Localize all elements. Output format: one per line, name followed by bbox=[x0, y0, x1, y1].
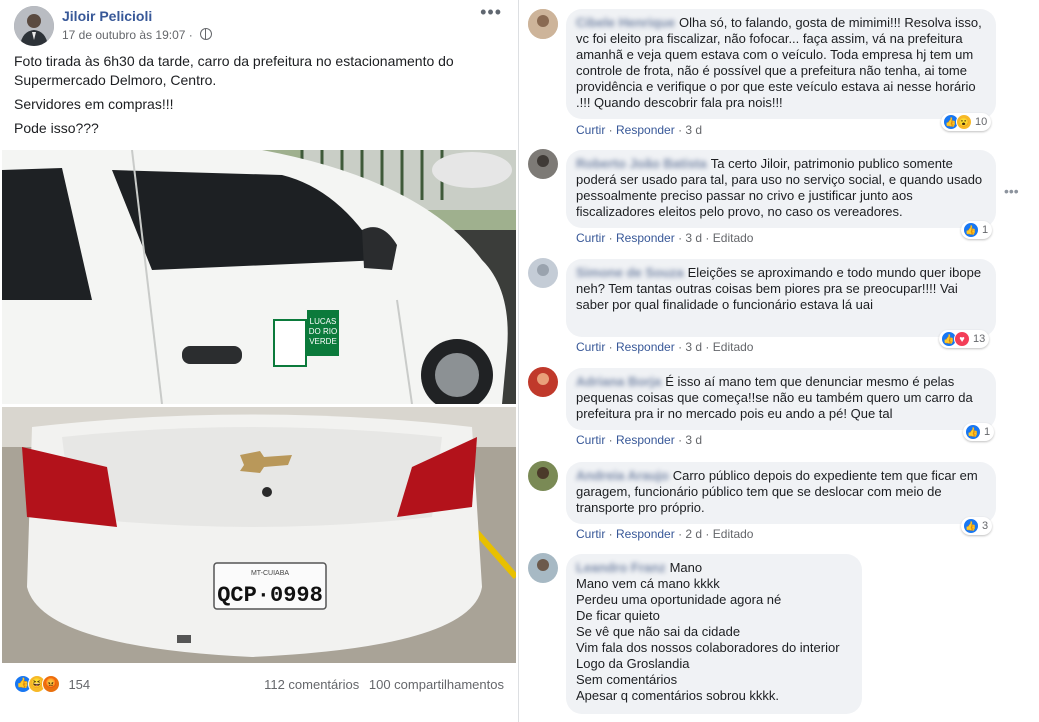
post-timestamp[interactable]: 17 de outubro às 19:07 · bbox=[62, 28, 213, 42]
comment-reactions[interactable]: 👍 1 bbox=[961, 221, 993, 239]
plate-region-text: MT-CUIABA bbox=[251, 570, 289, 577]
comment-actions: Curtir · Responder · 2 d · Editado bbox=[576, 527, 754, 541]
like-link[interactable]: Curtir bbox=[576, 433, 605, 447]
globe-icon bbox=[200, 28, 213, 40]
sticker-text: DO RIO bbox=[309, 327, 337, 336]
edited-label[interactable]: Editado bbox=[713, 340, 754, 354]
post-photo-car-side[interactable]: LUCAS DO RIO VERDE bbox=[2, 150, 516, 404]
reaction-count[interactable]: 154 bbox=[68, 677, 90, 692]
reaction-count: 1 bbox=[984, 426, 991, 438]
reaction-count: 13 bbox=[973, 333, 986, 345]
comment-line: Apesar q comentários sobrou kkkk. bbox=[576, 688, 780, 703]
post-text: Foto tirada às 6h30 da tarde, carro da p… bbox=[14, 52, 504, 143]
reply-link[interactable]: Responder bbox=[616, 527, 675, 541]
comment-reactions[interactable]: 👍 1 bbox=[963, 423, 995, 441]
comment-line: Sem comentários bbox=[576, 672, 678, 687]
comment-options-button[interactable]: ••• bbox=[1004, 183, 1019, 199]
comment-bubble: Roberto João Batista Ta certo Jiloir, pat… bbox=[566, 150, 996, 228]
post-paragraph: Servidores em compras!!! bbox=[14, 96, 174, 112]
post-reactions[interactable]: 👍 😆 😡 154 bbox=[14, 675, 90, 693]
comment-reactions[interactable]: 👍 3 bbox=[961, 517, 993, 535]
shares-count-link[interactable]: 100 compartilhamentos bbox=[369, 677, 504, 692]
more-options-button[interactable]: ••• bbox=[480, 2, 502, 23]
like-icon: 👍 bbox=[963, 518, 979, 535]
reply-link[interactable]: Responder bbox=[616, 340, 675, 354]
edited-label[interactable]: Editado bbox=[713, 231, 754, 245]
angry-icon: 😡 bbox=[42, 675, 60, 693]
reaction-count: 1 bbox=[982, 224, 989, 236]
author-name[interactable]: Jiloir Pelicioli bbox=[62, 8, 152, 24]
comment-reactions[interactable]: 👍 😮 10 bbox=[941, 113, 992, 131]
comments-count-link[interactable]: 112 comentários bbox=[264, 677, 359, 692]
comment-reactions[interactable]: 👍 ♥ 13 bbox=[939, 330, 990, 348]
comment-time[interactable]: 3 d bbox=[685, 340, 702, 354]
comment-line: Mano vem cá mano kkkk bbox=[576, 576, 720, 591]
comment-actions: Curtir · Responder · 3 d bbox=[576, 433, 703, 447]
commenter-avatar[interactable] bbox=[528, 149, 558, 179]
comment-bubble: Cibele Henrique Olha só, to falando, gost… bbox=[566, 9, 996, 119]
post-header: Jiloir Pelicioli 17 de outubro às 19:07 … bbox=[12, 2, 512, 46]
comment-time[interactable]: 3 d bbox=[685, 123, 702, 137]
comment-time[interactable]: 2 d bbox=[685, 527, 702, 541]
commenter-avatar[interactable] bbox=[528, 367, 558, 397]
like-link[interactable]: Curtir bbox=[576, 340, 605, 354]
comment-actions: Curtir · Responder · 3 d · Editado bbox=[576, 231, 754, 245]
license-plate: MT-CUIABA QCP·0998 bbox=[213, 562, 327, 610]
comment-line: Logo da Groslandia bbox=[576, 656, 690, 671]
commenter-name[interactable]: Leandro Franz bbox=[576, 560, 666, 575]
facebook-post: Jiloir Pelicioli 17 de outubro às 19:07 … bbox=[0, 0, 519, 722]
author-avatar[interactable] bbox=[14, 6, 54, 46]
reaction-count: 3 bbox=[982, 520, 989, 532]
comment-time[interactable]: 3 d bbox=[685, 231, 702, 245]
commenter-name[interactable]: Andreia Araujo bbox=[576, 468, 669, 483]
comment-time[interactable]: 3 d bbox=[685, 433, 702, 447]
comment-actions: Curtir · Responder · 3 d · Editado bbox=[576, 340, 754, 354]
comment-bubble: Adriana Borja É isso aí mano tem que denu… bbox=[566, 368, 996, 430]
post-paragraph: Pode isso??? bbox=[14, 120, 99, 136]
like-icon: 👍 bbox=[963, 222, 979, 239]
timestamp-text[interactable]: 17 de outubro às 19:07 bbox=[62, 28, 185, 42]
post-photo-car-rear[interactable]: MT-CUIABA QCP·0998 bbox=[2, 407, 516, 663]
commenter-avatar[interactable] bbox=[528, 258, 558, 288]
plate-number-text: QCP·0998 bbox=[217, 583, 323, 608]
post-stats: 112 comentários 100 compartilhamentos bbox=[258, 677, 504, 692]
reply-link[interactable]: Responder bbox=[616, 231, 675, 245]
comment-line: Se vê que não sai da cidade bbox=[576, 624, 741, 639]
comment-bubble: Leandro Franz Mano Mano vem cá mano kkkk … bbox=[566, 554, 862, 714]
comment-bubble: Andreia Araujo Carro público depois do ex… bbox=[566, 462, 996, 524]
commenter-name[interactable]: Adriana Borja bbox=[576, 374, 661, 389]
wow-icon: 😮 bbox=[956, 114, 972, 131]
edited-label[interactable]: Editado bbox=[713, 527, 754, 541]
like-link[interactable]: Curtir bbox=[576, 123, 605, 137]
comment-bubble: Simone de Souza Eleições se aproximando e… bbox=[566, 259, 996, 337]
comment-line: De ficar quieto bbox=[576, 608, 660, 623]
commenter-avatar[interactable] bbox=[528, 9, 558, 39]
post-paragraph: Foto tirada às 6h30 da tarde, carro da p… bbox=[14, 53, 454, 88]
commenter-avatar[interactable] bbox=[528, 553, 558, 583]
reply-link[interactable]: Responder bbox=[616, 433, 675, 447]
commenter-avatar[interactable] bbox=[528, 461, 558, 491]
like-link[interactable]: Curtir bbox=[576, 527, 605, 541]
comment-actions: Curtir · Responder · 3 d bbox=[576, 123, 703, 137]
comment-line: Mano bbox=[669, 560, 703, 575]
reaction-count: 10 bbox=[975, 116, 988, 128]
sticker-text: VERDE bbox=[309, 337, 337, 346]
sticker-text: LUCAS bbox=[310, 317, 337, 326]
comment-line: Perdeu uma oportunidade agora né bbox=[576, 592, 782, 607]
commenter-name[interactable]: Roberto João Batista bbox=[576, 156, 707, 171]
love-icon: ♥ bbox=[954, 331, 970, 348]
like-link[interactable]: Curtir bbox=[576, 231, 605, 245]
like-icon: 👍 bbox=[965, 424, 981, 441]
comment-line: Vim fala dos nossos colaboradores do int… bbox=[576, 640, 840, 655]
reply-link[interactable]: Responder bbox=[616, 123, 675, 137]
commenter-name[interactable]: Simone de Souza bbox=[576, 265, 684, 280]
commenter-name[interactable]: Cibele Henrique bbox=[576, 15, 675, 30]
